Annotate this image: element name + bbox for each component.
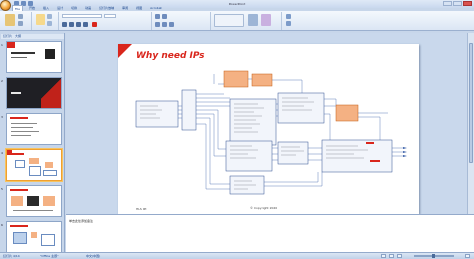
shapes-gallery[interactable] [214, 14, 244, 27]
fit-to-window-button[interactable] [465, 254, 470, 258]
zoom-slider[interactable] [414, 254, 454, 258]
status-bar: 幻灯片 4/14 "Office 主题" 中文(中国) [0, 252, 474, 259]
align-center-icon[interactable] [162, 22, 167, 27]
slide-thumbnail-6[interactable] [6, 221, 62, 253]
editing-group [283, 12, 313, 30]
numbering-icon[interactable] [162, 14, 167, 19]
find-icon[interactable] [286, 14, 291, 19]
vertical-scrollbar[interactable] [467, 33, 474, 214]
language-indicator: 中文(中国) [86, 254, 101, 258]
thumbnail-number: 6 [1, 223, 3, 227]
slide-footer-left: HLS IPI [136, 207, 147, 211]
window-controls [443, 1, 472, 6]
paste-icon[interactable] [5, 14, 15, 26]
minimize-button[interactable] [443, 1, 452, 6]
block-diagram[interactable] [118, 44, 419, 214]
scrollbar-thumb[interactable] [469, 43, 473, 163]
thumbnail-number: 5 [1, 187, 3, 191]
arrange-icon[interactable] [248, 14, 258, 26]
slideshow-button[interactable] [397, 254, 402, 258]
slide-counter: 幻灯片 4/14 [3, 254, 20, 258]
italic-icon[interactable] [69, 22, 74, 27]
slide-footer-copyright: © Copyright 2020 [250, 206, 278, 210]
font-group [60, 12, 152, 30]
bold-icon[interactable] [62, 22, 67, 27]
thumbnail-number: 3 [1, 115, 3, 119]
clipboard-group [2, 12, 32, 30]
reset-icon[interactable] [47, 21, 52, 26]
new-slide-icon[interactable] [36, 14, 45, 25]
strikethrough-icon[interactable] [83, 22, 88, 27]
thumbnail-number: 2 [1, 79, 3, 83]
panel-tabs: 幻灯片 大纲 [1, 34, 64, 39]
slide-editor: Why need IPs HLS IPI © Copyright 2020 [66, 33, 467, 214]
bullets-icon[interactable] [155, 14, 160, 19]
normal-view-button[interactable] [381, 254, 386, 258]
close-button[interactable] [463, 1, 472, 6]
drawing-group [212, 12, 282, 30]
copy-icon[interactable] [18, 21, 23, 26]
align-right-icon[interactable] [169, 22, 174, 27]
align-left-icon[interactable] [155, 22, 160, 27]
paragraph-group [153, 12, 211, 30]
tab-slides[interactable]: 幻灯片 [3, 34, 12, 39]
slide-thumbnail-2[interactable] [6, 77, 62, 109]
slide-thumbnail-4[interactable] [5, 148, 63, 182]
slide-thumbnail-5[interactable] [6, 185, 62, 217]
slide-thumbnail-1[interactable] [6, 41, 62, 73]
thumbnail-number: 4 [1, 151, 3, 155]
notes-pane[interactable]: 单击此处添加备注 [66, 214, 474, 252]
underline-icon[interactable] [76, 22, 81, 27]
slides-panel: 幻灯片 大纲 1 2 3 4 5 6 [0, 33, 65, 253]
replace-icon[interactable] [286, 21, 291, 26]
slides-group [33, 12, 59, 30]
layout-icon[interactable] [47, 14, 52, 19]
ribbon [0, 11, 474, 31]
cut-icon[interactable] [18, 14, 23, 19]
font-name-field[interactable] [62, 14, 102, 18]
slide-thumbnail-3[interactable] [6, 113, 62, 145]
font-size-field[interactable] [104, 14, 116, 18]
font-color-icon[interactable] [92, 22, 97, 27]
tab-outline[interactable]: 大纲 [15, 34, 21, 39]
notes-placeholder[interactable]: 单击此处添加备注 [69, 219, 93, 223]
thumbnail-number: 1 [1, 43, 3, 47]
maximize-button[interactable] [453, 1, 462, 6]
slide-sorter-button[interactable] [389, 254, 394, 258]
slide-canvas[interactable]: Why need IPs HLS IPI © Copyright 2020 [118, 44, 419, 214]
theme-name: "Office 主题" [40, 254, 59, 258]
zoom-slider-knob[interactable] [432, 254, 435, 258]
quick-styles-icon[interactable] [261, 14, 271, 26]
